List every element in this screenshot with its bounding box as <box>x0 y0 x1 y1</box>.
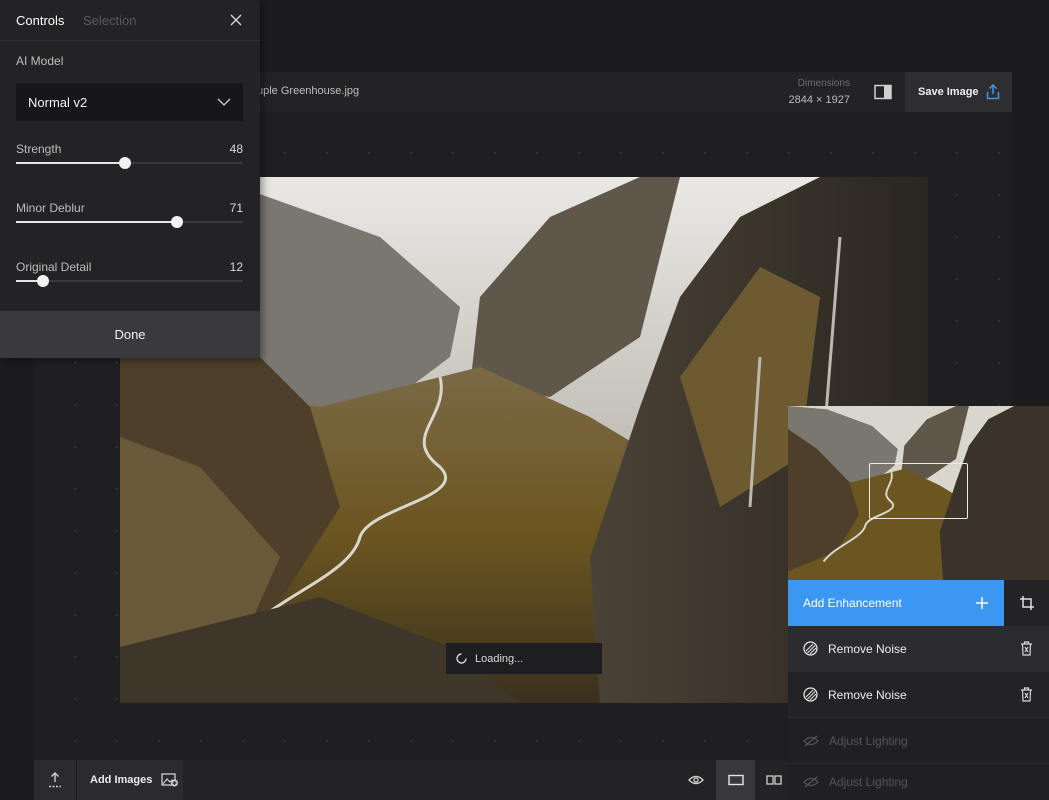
trash-icon[interactable] <box>1020 687 1033 702</box>
enhancement-label: Remove Noise <box>828 641 907 656</box>
crop-icon <box>1019 596 1034 610</box>
slider-track[interactable] <box>16 157 243 169</box>
slider-handle[interactable] <box>118 157 131 169</box>
slider-minor-deblur[interactable]: Minor Deblur 71 <box>16 201 243 241</box>
slider-label: Strength <box>16 142 62 156</box>
enhancement-item-adjust-lighting[interactable]: Adjust Lighting <box>788 764 1049 800</box>
eye-icon <box>688 775 704 785</box>
slider-handle[interactable] <box>171 216 184 228</box>
navigator-preview[interactable] <box>788 406 1049 580</box>
tab-selection[interactable]: Selection <box>83 13 136 28</box>
save-image-label: Save Image <box>918 86 979 98</box>
add-images-button[interactable]: Add Images <box>76 760 183 800</box>
enhancement-label: Adjust Lighting <box>829 733 908 748</box>
ai-model-label: AI Model <box>16 54 64 68</box>
upload-button[interactable] <box>34 760 76 800</box>
single-view-button[interactable] <box>716 760 755 800</box>
add-image-icon <box>161 773 179 787</box>
lighting-icon <box>803 735 819 746</box>
tab-controls[interactable]: Controls <box>16 13 64 28</box>
loading-indicator: Loading... <box>446 643 602 674</box>
trash-icon[interactable] <box>1020 641 1033 656</box>
enhancement-label: Remove Noise <box>828 687 907 702</box>
controls-panel: Controls Selection AI Model Normal v2 St… <box>0 0 260 358</box>
compare-view-button[interactable] <box>757 760 790 800</box>
compare-view-icon <box>765 775 782 785</box>
slider-track[interactable] <box>16 275 243 287</box>
save-image-button[interactable]: Save Image <box>905 72 1012 112</box>
enhancement-item-adjust-lighting[interactable]: Adjust Lighting <box>788 718 1049 764</box>
lighting-icon <box>803 776 819 788</box>
slider-track[interactable] <box>16 216 243 228</box>
noise-icon <box>803 687 818 702</box>
enhancement-item-remove-noise[interactable]: Remove Noise <box>788 672 1049 718</box>
add-enhancement-label: Add Enhancement <box>803 596 902 610</box>
spinner-icon <box>456 653 467 664</box>
upload-icon <box>49 772 61 788</box>
close-icon[interactable] <box>229 13 243 27</box>
slider-value: 71 <box>229 201 243 215</box>
preview-toggle-button[interactable] <box>678 760 714 800</box>
loading-text: Loading... <box>475 652 524 665</box>
slider-strength[interactable]: Strength 48 <box>16 142 243 182</box>
ai-model-select[interactable]: Normal v2 <box>16 83 243 121</box>
add-images-label: Add Images <box>90 774 153 786</box>
file-name: uple Greenhouse.jpg <box>257 85 360 97</box>
single-view-icon <box>727 774 744 786</box>
slider-label: Original Detail <box>16 260 92 274</box>
dimensions-label: Dimensions <box>797 78 850 89</box>
chevron-down-icon <box>217 98 231 106</box>
enhancement-label: Adjust Lighting <box>829 775 908 789</box>
done-button[interactable]: Done <box>0 311 260 358</box>
slider-value: 48 <box>229 142 243 156</box>
split-view-icon[interactable] <box>874 84 892 100</box>
panel-divider <box>0 40 260 41</box>
slider-handle[interactable] <box>37 275 50 287</box>
add-enhancement-button[interactable]: Add Enhancement <box>788 580 1004 626</box>
viewport-rectangle[interactable] <box>869 463 968 519</box>
slider-label: Minor Deblur <box>16 201 85 215</box>
slider-fill <box>16 162 125 164</box>
slider-fill <box>16 221 178 223</box>
dimensions-value: 2844 × 1927 <box>788 94 850 106</box>
plus-icon <box>976 597 988 609</box>
crop-button[interactable] <box>1004 580 1049 626</box>
share-icon <box>986 84 1000 100</box>
slider-original-detail[interactable]: Original Detail 12 <box>16 260 243 300</box>
noise-icon <box>803 641 818 656</box>
ai-model-value: Normal v2 <box>28 94 88 110</box>
slider-value: 12 <box>229 260 243 274</box>
enhancement-item-remove-noise[interactable]: Remove Noise <box>788 626 1049 672</box>
